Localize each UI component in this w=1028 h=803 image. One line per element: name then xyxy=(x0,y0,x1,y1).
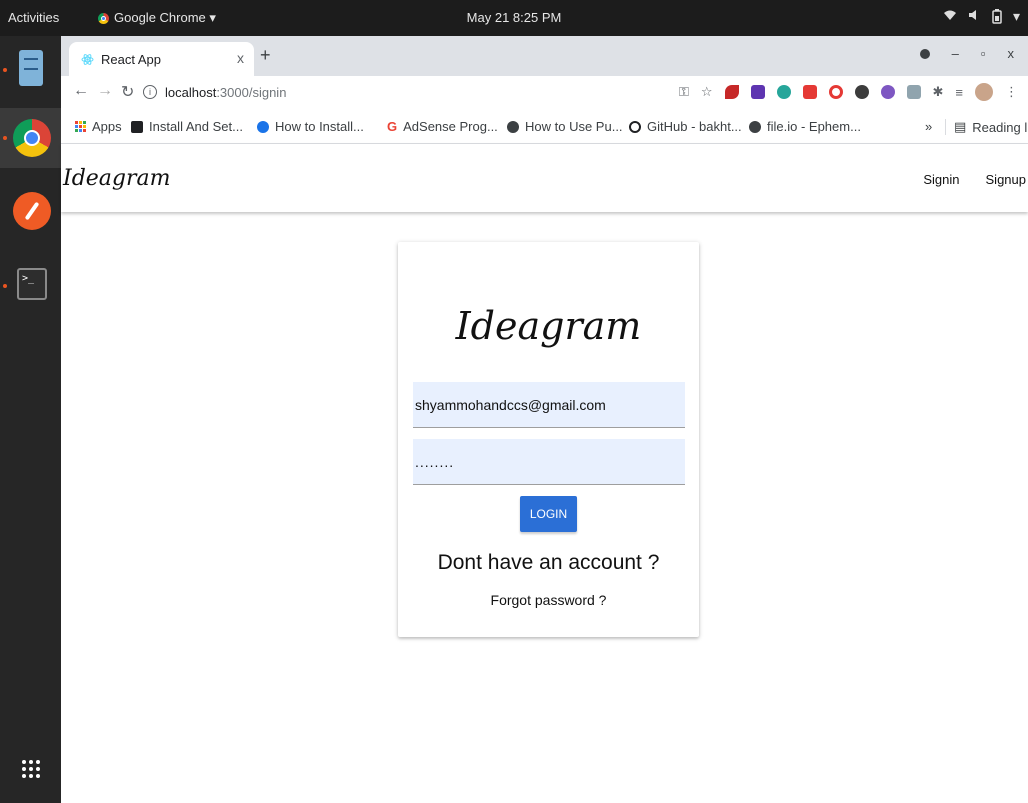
running-indicator xyxy=(3,284,7,288)
nav-links: Signin Signup xyxy=(923,172,1026,187)
bookmark-item[interactable]: How to Use Pu... xyxy=(507,119,623,134)
postman-icon xyxy=(13,192,51,230)
tab-strip: React App x + – ▫ x xyxy=(61,36,1028,76)
profile-avatar[interactable] xyxy=(975,83,993,101)
back-arrow-icon[interactable]: ← xyxy=(73,82,89,100)
battery-icon xyxy=(991,8,1003,27)
address-bar[interactable]: i localhost:3000/signin xyxy=(143,79,743,105)
bookmark-item[interactable]: GitHub - bakht... xyxy=(629,119,742,134)
cookie-extension-icon[interactable] xyxy=(880,85,895,99)
volume-icon xyxy=(967,8,981,27)
opera-extension-icon[interactable] xyxy=(828,85,843,99)
page-viewport: Ideagram Signin Signup Ideagram LOGIN Do… xyxy=(61,144,1028,803)
window-controls: – ▫ x xyxy=(919,46,1015,61)
app-menu[interactable]: Google Chrome ▾ xyxy=(98,10,216,26)
maximize-icon[interactable]: ▫ xyxy=(981,46,986,61)
url-path: :3000/signin xyxy=(216,84,287,100)
dock-terminal[interactable]: >_ xyxy=(0,256,61,316)
key-icon[interactable]: ⚿ xyxy=(679,84,689,100)
extension-circle-icon[interactable] xyxy=(919,48,930,59)
tab-title: React App xyxy=(101,52,161,67)
signup-prompt-link[interactable]: Dont have an account ? xyxy=(398,551,699,575)
megaphone-extension-icon[interactable] xyxy=(724,85,739,99)
wifi-icon xyxy=(943,8,957,27)
show-applications-button[interactable] xyxy=(0,742,61,802)
card-title: Ideagram xyxy=(455,304,642,348)
reading-list-icon: ▤ xyxy=(954,119,967,134)
close-tab-icon[interactable]: x xyxy=(237,50,244,66)
puzzle-extensions-icon[interactable]: ✱ xyxy=(933,84,944,100)
bookmark-item[interactable]: file.io - Ephem... xyxy=(749,119,861,134)
terminal-icon: >_ xyxy=(17,268,47,300)
chrome-icon xyxy=(13,119,51,157)
files-icon xyxy=(19,50,43,86)
dock: >_ xyxy=(0,36,61,803)
minimize-icon[interactable]: – xyxy=(952,46,959,61)
reading-list-button[interactable]: ▤ Reading list xyxy=(945,119,1028,135)
running-indicator xyxy=(3,136,7,140)
dollar-extension-icon[interactable] xyxy=(750,85,765,99)
url-host: localhost xyxy=(165,84,217,100)
forgot-password-link[interactable]: Forgot password ? xyxy=(398,592,699,608)
github-icon xyxy=(629,120,641,133)
copy-extension-icon[interactable] xyxy=(906,85,921,99)
globe-icon xyxy=(507,120,519,133)
bookmark-item[interactable]: G AdSense Prog... xyxy=(387,119,498,134)
new-tab-button[interactable]: + xyxy=(260,45,271,66)
dock-files[interactable] xyxy=(0,40,61,100)
password-input[interactable] xyxy=(413,439,685,485)
video-icon xyxy=(131,120,143,133)
info-icon[interactable]: i xyxy=(143,85,157,99)
react-icon xyxy=(81,53,94,66)
site-icon xyxy=(257,120,269,133)
star-icon[interactable]: ☆ xyxy=(701,84,713,100)
login-button[interactable]: LOGIN xyxy=(520,496,577,532)
tile-extension-icon[interactable] xyxy=(802,85,817,99)
brand-logo[interactable]: Ideagram xyxy=(63,166,171,191)
tab-react-app[interactable]: React App x xyxy=(69,42,254,76)
media-queue-icon[interactable]: ≡ xyxy=(955,85,963,100)
forward-arrow-icon[interactable]: → xyxy=(97,82,113,100)
signin-link[interactable]: Signin xyxy=(923,172,959,187)
bookmark-item[interactable]: How to Install... xyxy=(257,119,364,134)
apps-grid-icon xyxy=(22,760,40,778)
google-icon: G xyxy=(387,119,398,134)
apps-grid-icon xyxy=(75,121,86,132)
system-top-bar: Activities Google Chrome ▾ May 21 8:25 P… xyxy=(0,0,1028,36)
signup-link[interactable]: Signup xyxy=(986,172,1026,187)
dark-extension-icon[interactable] xyxy=(854,85,869,99)
chrome-icon xyxy=(98,12,109,24)
running-indicator xyxy=(3,68,7,72)
email-input[interactable] xyxy=(413,382,685,428)
toolbar-icons: ⚿ ☆ ✱ ≡ ⋮ xyxy=(679,83,1018,101)
menu-kebab-icon[interactable]: ⋮ xyxy=(1005,84,1018,100)
app-navbar: Ideagram Signin Signup xyxy=(61,144,1028,212)
system-tray[interactable]: ▾ xyxy=(943,8,1020,27)
app-menu-label: Google Chrome ▾ xyxy=(114,10,216,25)
dock-postman[interactable] xyxy=(0,182,61,242)
bookmark-item[interactable]: Install And Set... xyxy=(131,119,243,134)
bookmark-apps[interactable]: Apps xyxy=(75,119,122,134)
dock-chrome[interactable] xyxy=(0,108,61,168)
globe-icon xyxy=(749,120,761,133)
bookmarks-overflow-button[interactable]: » xyxy=(925,119,932,134)
bookmarks-bar: Apps Install And Set... How to Install..… xyxy=(61,110,1028,144)
signin-card: Ideagram LOGIN Dont have an account ? Fo… xyxy=(398,242,699,637)
grammarly-extension-icon[interactable] xyxy=(776,85,791,99)
system-menu-arrow-icon: ▾ xyxy=(1012,8,1020,24)
activities-button[interactable]: Activities xyxy=(8,10,59,25)
reload-icon[interactable]: ↻ xyxy=(121,82,134,102)
close-window-icon[interactable]: x xyxy=(1008,46,1015,61)
browser-toolbar: ← → ↻ i localhost:3000/signin ⚿ ☆ ✱ ≡ ⋮ xyxy=(61,76,1028,110)
